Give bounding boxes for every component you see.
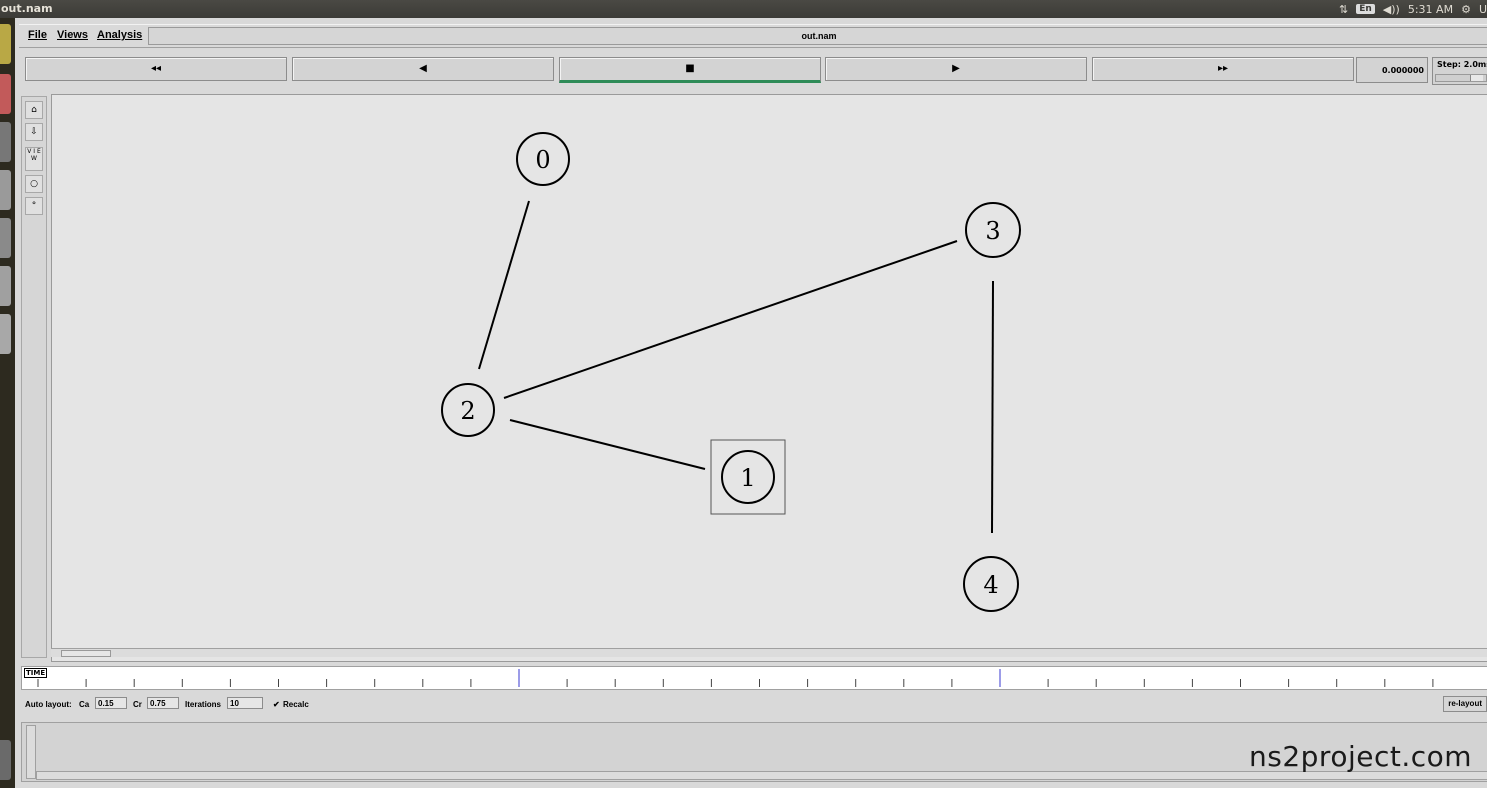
link-2-3[interactable]: [503, 240, 958, 399]
clock[interactable]: 5:31 AM: [1408, 3, 1453, 16]
launcher-terminal-icon[interactable]: [0, 122, 11, 162]
node-4-label: 4: [983, 571, 998, 599]
cr-input[interactable]: 0.75: [147, 697, 179, 709]
launcher-files-icon[interactable]: [0, 314, 11, 354]
time-display: 0.000000: [1356, 57, 1428, 83]
menu-bar: File Views Analysis out.nam: [19, 24, 1487, 48]
user-indicator[interactable]: U: [1479, 3, 1487, 16]
network-icon[interactable]: ⇅: [1339, 3, 1348, 16]
link-3-4[interactable]: [991, 280, 994, 534]
node-1-label: 1: [740, 464, 755, 492]
network-canvas[interactable]: 0 3 2 1 4: [51, 94, 1487, 662]
node-2[interactable]: 2: [441, 383, 495, 437]
auto-layout-bar: Auto layout: Ca 0.15 Cr 0.75 Iterations …: [21, 694, 1487, 714]
watermark: ns2project.com: [1249, 740, 1473, 773]
play-button[interactable]: ▶: [825, 57, 1087, 81]
step-control: Step: 2.0ms: [1432, 57, 1487, 85]
menu-views[interactable]: Views: [57, 29, 88, 41]
launcher-sidebar: [0, 18, 15, 788]
link-0-2[interactable]: [478, 200, 530, 370]
node-0-label: 0: [535, 146, 550, 174]
step-slider-thumb[interactable]: [1470, 75, 1483, 81]
playback-controls: ◂◂ ◀ ■ ▶ ▸▸ 0.000000 Step: 2.0ms: [25, 56, 1487, 86]
step-label: Step: 2.0ms: [1437, 60, 1487, 69]
step-slider[interactable]: [1435, 74, 1487, 82]
launcher-app-icon[interactable]: [0, 74, 11, 114]
canvas-horizontal-scrollbar[interactable]: [51, 648, 1487, 657]
node-3[interactable]: 3: [965, 202, 1021, 258]
auto-layout-label: Auto layout:: [25, 700, 72, 709]
links: [478, 200, 994, 534]
node-2-label: 2: [460, 397, 475, 425]
document-title: out.nam: [148, 27, 1487, 45]
view-toolbox: ⌂ ⇩ V I E W ○ °: [21, 96, 47, 658]
system-tray: ⇅ En ◀)) 5:31 AM ⚙ U: [1339, 0, 1487, 18]
menu-file[interactable]: File: [28, 29, 47, 41]
window-title: out.nam: [1, 2, 53, 15]
node-3-label: 3: [985, 217, 1000, 245]
node-0[interactable]: 0: [516, 132, 570, 186]
circle-tool-icon[interactable]: ○: [25, 175, 43, 193]
recalc-checkbox[interactable]: ✔: [273, 700, 280, 709]
iterations-input[interactable]: 10: [227, 697, 263, 709]
node-4[interactable]: 4: [963, 556, 1019, 612]
volume-icon[interactable]: ◀)): [1383, 3, 1400, 16]
link-2-1[interactable]: [509, 419, 706, 470]
nam-window: File Views Analysis out.nam ◂◂ ◀ ■ ▶ ▸▸ …: [15, 18, 1487, 788]
launcher-dash-icon[interactable]: [0, 24, 11, 64]
zoom-in-icon[interactable]: ⌂: [25, 101, 43, 119]
node-1[interactable]: 1: [710, 439, 786, 515]
settings-gear-icon[interactable]: ⚙: [1461, 3, 1471, 16]
cr-label: Cr: [133, 700, 142, 709]
rewind-button[interactable]: ◂◂: [25, 57, 287, 81]
keyboard-layout-indicator[interactable]: En: [1356, 4, 1375, 14]
timeline-ticks: [37, 669, 1434, 687]
menu-analysis[interactable]: Analysis: [97, 29, 142, 41]
view-toggle[interactable]: V I E W: [25, 147, 43, 171]
annotation-vertical-scrollbar[interactable]: [26, 725, 36, 779]
launcher-editor-icon[interactable]: [0, 170, 11, 210]
launcher-settings-icon[interactable]: [0, 218, 11, 258]
system-top-panel: out.nam ⇅ En ◀)) 5:31 AM ⚙ U: [0, 0, 1487, 18]
step-back-button[interactable]: ◀: [292, 57, 554, 81]
recalc-label: Recalc: [283, 700, 309, 709]
timeline-slider[interactable]: TIME: [21, 666, 1487, 690]
zoom-out-icon[interactable]: ⇩: [25, 123, 43, 141]
canvas-scroll-thumb[interactable]: [61, 650, 111, 657]
small-circle-tool-icon[interactable]: °: [25, 197, 43, 215]
launcher-window-icon[interactable]: [0, 266, 11, 306]
iterations-label: Iterations: [185, 700, 222, 709]
stop-button[interactable]: ■: [559, 57, 821, 83]
relayout-button[interactable]: re-layout: [1443, 696, 1487, 712]
ca-input[interactable]: 0.15: [95, 697, 127, 709]
ca-label: Ca: [79, 700, 90, 709]
fast-forward-button[interactable]: ▸▸: [1092, 57, 1354, 81]
launcher-trash-icon[interactable]: [0, 740, 11, 780]
